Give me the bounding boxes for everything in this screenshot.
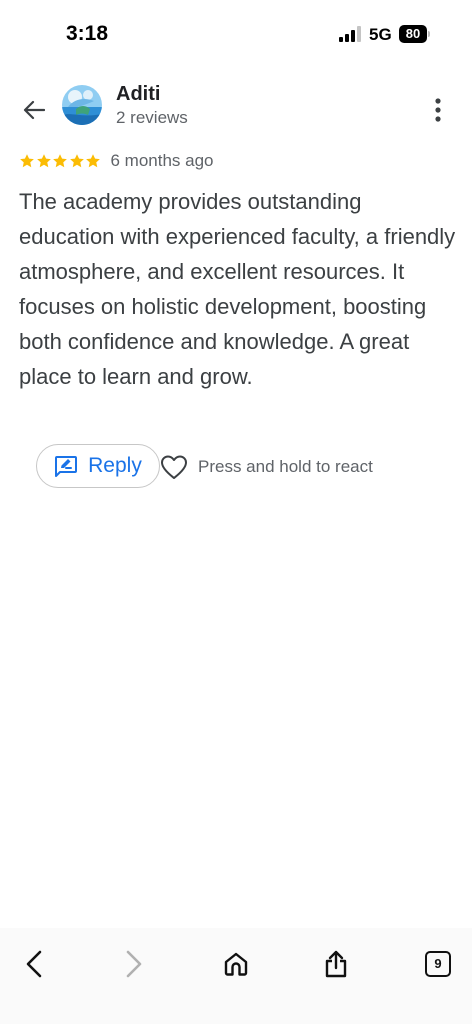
star-icon xyxy=(53,154,67,168)
star-rating xyxy=(19,153,102,169)
browser-tabs-button[interactable]: 9 xyxy=(418,944,458,984)
reply-label: Reply xyxy=(88,454,142,477)
rating-row: 6 months ago xyxy=(19,150,214,172)
heart-outline-icon[interactable] xyxy=(160,454,188,480)
browser-forward-button[interactable] xyxy=(114,944,154,984)
star-icon xyxy=(86,154,100,168)
home-icon xyxy=(224,952,248,976)
battery-indicator: 80 xyxy=(399,25,431,43)
tabs-count: 9 xyxy=(425,951,451,977)
star-icon xyxy=(36,154,51,168)
reviewer-review-count: 2 reviews xyxy=(116,108,188,127)
reviewer-name[interactable]: Aditi xyxy=(116,83,160,106)
review-detail-page: 3:18 5G 80 Aditi 2 reviews 6 months ago … xyxy=(0,0,472,1024)
status-time: 3:18 xyxy=(66,22,109,45)
reply-button[interactable]: Reply xyxy=(36,444,160,488)
chevron-left-icon xyxy=(26,950,42,978)
arrow-left-icon xyxy=(23,100,45,120)
review-date: 6 months ago xyxy=(110,151,214,170)
network-type: 5G xyxy=(369,25,392,44)
reply-feedback-icon xyxy=(55,456,78,477)
battery-level: 80 xyxy=(399,25,427,43)
star-icon xyxy=(69,154,84,168)
status-bar: 3:18 5G 80 xyxy=(0,0,472,68)
browser-home-button[interactable] xyxy=(216,944,256,984)
chevron-right-icon xyxy=(126,950,142,978)
more-vertical-icon xyxy=(435,98,441,122)
react-hint: Press and hold to react xyxy=(198,457,373,476)
avatar[interactable] xyxy=(62,85,102,125)
review-text: The academy provides outstanding educati… xyxy=(19,189,456,389)
avatar-image xyxy=(62,85,102,125)
more-options-button[interactable] xyxy=(426,96,450,124)
back-button[interactable] xyxy=(18,94,50,126)
cellular-signal-icon xyxy=(339,26,361,42)
share-icon xyxy=(325,950,347,978)
browser-share-button[interactable] xyxy=(316,944,356,984)
battery-tip xyxy=(428,31,430,37)
browser-toolbar: 9 xyxy=(0,928,472,1024)
browser-back-button[interactable] xyxy=(14,944,54,984)
star-icon xyxy=(20,154,34,168)
